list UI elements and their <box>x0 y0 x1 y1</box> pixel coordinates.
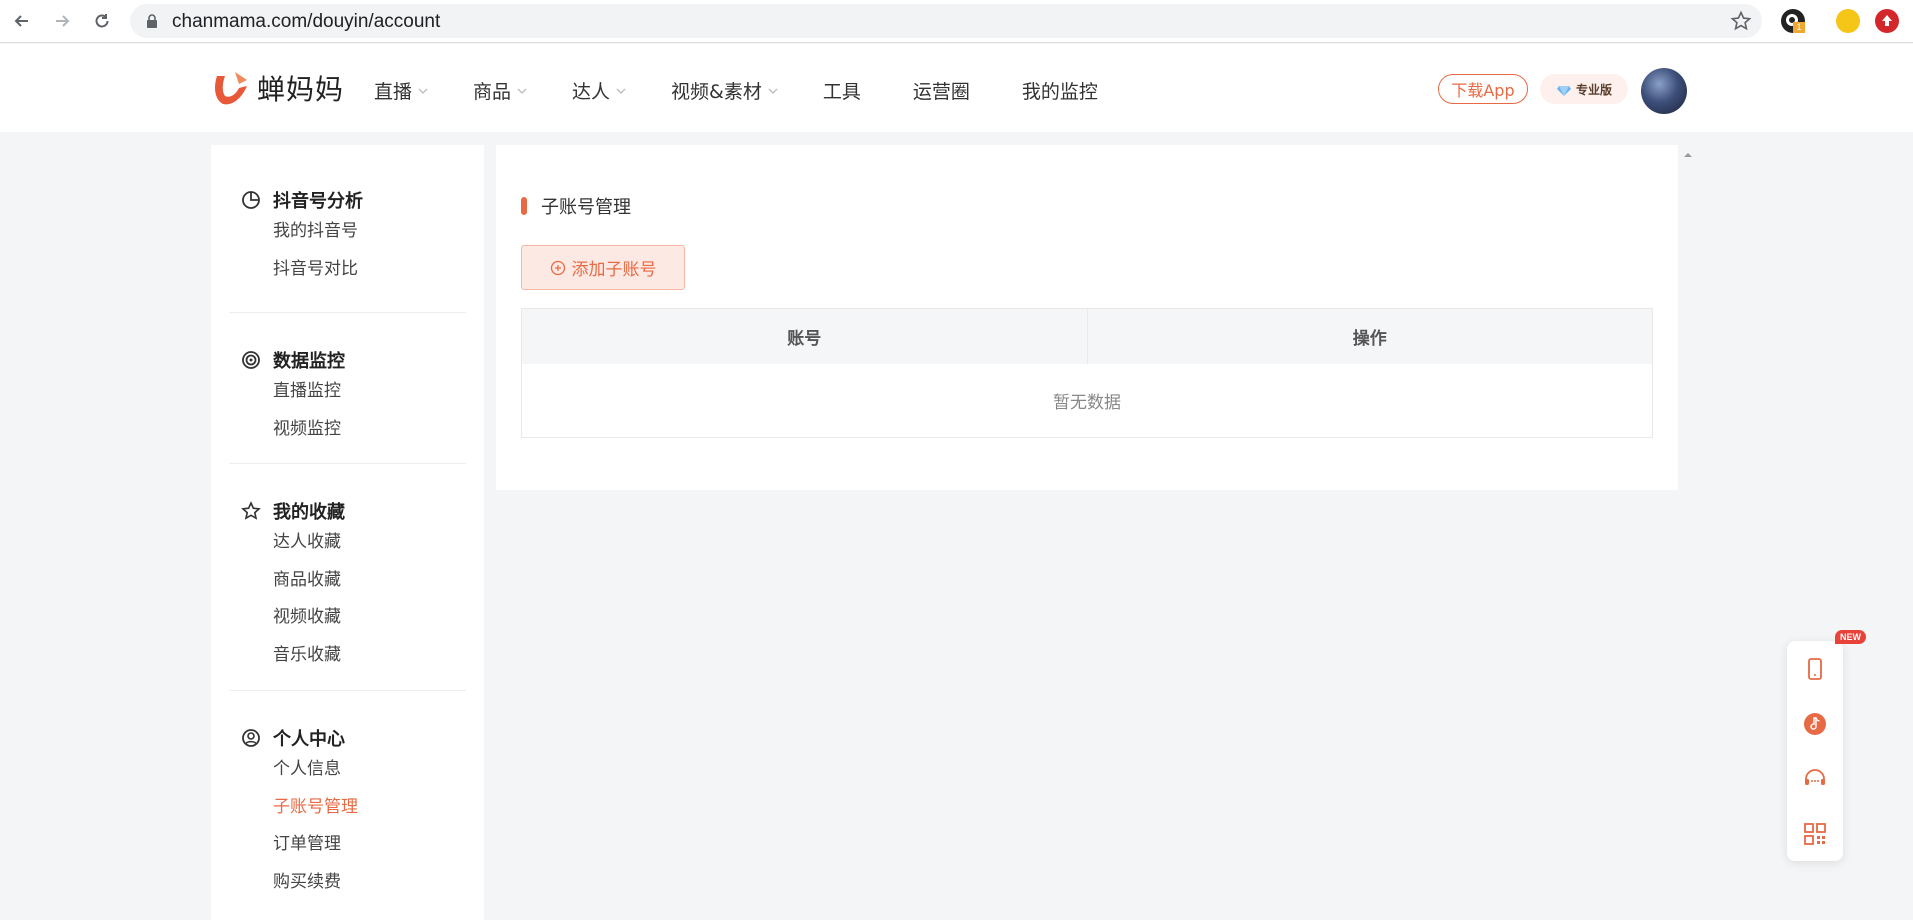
arrow-left-icon <box>14 15 28 27</box>
nav-tools[interactable]: 工具 <box>823 77 861 104</box>
nav-my-monitor[interactable]: 我的监控 <box>1022 77 1098 104</box>
extension-search-icon[interactable]: 1 <box>1781 9 1805 33</box>
nav-community[interactable]: 运营圈 <box>913 77 970 104</box>
main-nav: 直播 商品 达人 视频&素材 工具 运营圈 我的监控 <box>374 77 1142 104</box>
sidebar-group-title: 我的收藏 <box>273 502 345 523</box>
chevron-down-icon <box>768 88 778 94</box>
pro-badge[interactable]: 专业版 <box>1540 74 1628 104</box>
sidebar-item-my-douyin[interactable]: 我的抖音号 <box>273 213 466 251</box>
float-douyin-button[interactable] <box>1787 696 1843 751</box>
nav-label: 我的监控 <box>1021 81 1098 103</box>
diamond-icon <box>1556 86 1571 96</box>
sidebar-item-video-favorites[interactable]: 视频收藏 <box>273 599 466 637</box>
logo-text: 蝉妈妈 <box>257 73 345 106</box>
sidebar-group-header: 抖音号分析 <box>241 187 466 213</box>
sidebar-item-sub-accounts[interactable]: 子账号管理 <box>273 789 466 827</box>
sidebar-group-monitoring: 数据监控 直播监控 视频监控 <box>229 313 466 464</box>
star-icon <box>241 501 261 520</box>
sidebar-item-renew[interactable]: 购买续费 <box>273 864 466 902</box>
float-qrcode-button[interactable] <box>1787 806 1843 861</box>
extension-bee-icon[interactable] <box>1836 9 1860 33</box>
sidebar-item-orders[interactable]: 订单管理 <box>273 826 466 864</box>
arrow-up-icon <box>1882 15 1892 26</box>
sidebar-group-personal-center: 个人中心 个人信息 子账号管理 订单管理 购买续费 <box>229 691 466 920</box>
url-text: chanmama.com/douyin/account <box>172 11 441 32</box>
nav-label: 运营圈 <box>912 81 970 103</box>
scroll-up-arrow-icon[interactable] <box>1683 150 1693 160</box>
nav-label: 达人 <box>572 81 611 103</box>
nav-videos[interactable]: 视频&素材 <box>671 77 779 104</box>
sidebar-item-profile[interactable]: 个人信息 <box>273 751 466 789</box>
add-button-label: 添加子账号 <box>571 260 657 280</box>
extension-upload-icon[interactable] <box>1875 9 1899 33</box>
qr-code-icon <box>1804 822 1826 845</box>
sidebar-item-product-favorites[interactable]: 商品收藏 <box>273 562 466 600</box>
forward-button[interactable] <box>49 8 75 34</box>
pie-chart-icon <box>242 191 260 209</box>
pro-label: 专业版 <box>1575 82 1612 97</box>
sidebar-group-header: 数据监控 <box>241 347 466 373</box>
main-content: 子账号管理 添加子账号 账号 操作 暂无数据 <box>496 145 1678 490</box>
sidebar-group-header: 个人中心 <box>241 725 466 751</box>
sidebar-item-live-monitor[interactable]: 直播监控 <box>273 373 466 411</box>
chevron-down-icon <box>418 88 428 94</box>
sidebar: 抖音号分析 我的抖音号 抖音号对比 数据监控 直播监控 视频监控 我的收藏 达人… <box>211 145 484 920</box>
floating-toolbar <box>1787 641 1843 861</box>
float-support-button[interactable] <box>1787 751 1843 806</box>
radar-icon <box>242 351 260 369</box>
music-note-icon <box>1804 712 1826 735</box>
nav-influencers[interactable]: 达人 <box>572 77 627 104</box>
sub-account-table: 账号 操作 暂无数据 <box>521 308 1653 438</box>
site-header: 蝉妈妈 直播 商品 达人 视频&素材 工具 运营圈 我的监控 下载App 专业版 <box>0 44 1913 132</box>
download-app-button[interactable]: 下载App <box>1438 74 1528 104</box>
nav-label: 商品 <box>473 81 512 103</box>
section-title: 子账号管理 <box>521 193 631 219</box>
nav-products[interactable]: 商品 <box>473 77 528 104</box>
avatar[interactable] <box>1641 68 1687 114</box>
sidebar-item-compare[interactable]: 抖音号对比 <box>273 251 466 289</box>
sidebar-group-favorites: 我的收藏 达人收藏 商品收藏 视频收藏 音乐收藏 <box>229 464 466 691</box>
sidebar-group-title: 抖音号分析 <box>273 191 363 212</box>
new-badge: NEW <box>1835 630 1866 644</box>
back-button[interactable] <box>9 8 35 34</box>
sidebar-group-title: 个人中心 <box>273 729 345 750</box>
customer-service-icon <box>1805 768 1825 785</box>
page-title: 子账号管理 <box>541 197 631 218</box>
logo[interactable]: 蝉妈妈 <box>209 66 344 110</box>
sidebar-group-account-analysis: 抖音号分析 我的抖音号 抖音号对比 <box>229 145 466 313</box>
sidebar-group-title: 数据监控 <box>273 351 345 372</box>
empty-state: 暂无数据 <box>1053 393 1121 413</box>
column-header-actions: 操作 <box>1352 329 1387 349</box>
browser-toolbar: chanmama.com/douyin/account 1 <box>0 0 1913 43</box>
reload-icon <box>95 14 109 28</box>
chevron-down-icon <box>616 88 626 94</box>
reload-button[interactable] <box>89 8 115 34</box>
chanmama-logo-icon <box>215 72 247 105</box>
plus-circle-icon <box>550 260 565 275</box>
nav-label: 直播 <box>374 81 413 103</box>
sidebar-item-video-monitor[interactable]: 视频监控 <box>273 411 466 449</box>
add-sub-account-button[interactable]: 添加子账号 <box>521 245 685 290</box>
chevron-down-icon <box>517 88 527 94</box>
lock-icon <box>147 14 157 28</box>
title-accent-bar <box>521 197 527 215</box>
float-mobile-button[interactable] <box>1787 641 1843 696</box>
nav-label: 视频&素材 <box>671 81 762 103</box>
table-header: 账号 操作 <box>522 309 1652 364</box>
bookmark-star-icon[interactable] <box>1730 10 1752 32</box>
user-circle-icon <box>242 729 260 747</box>
nav-label: 工具 <box>822 81 861 103</box>
address-bar[interactable]: chanmama.com/douyin/account <box>130 4 1762 38</box>
column-header-account: 账号 <box>522 309 1088 364</box>
phone-icon <box>1808 657 1822 680</box>
sidebar-item-influencer-favorites[interactable]: 达人收藏 <box>273 524 466 562</box>
sidebar-item-music-favorites[interactable]: 音乐收藏 <box>273 637 466 675</box>
nav-live[interactable]: 直播 <box>374 77 429 104</box>
sidebar-group-header: 我的收藏 <box>241 498 466 524</box>
extension-badge: 1 <box>1793 22 1805 33</box>
arrow-right-icon <box>56 15 70 27</box>
